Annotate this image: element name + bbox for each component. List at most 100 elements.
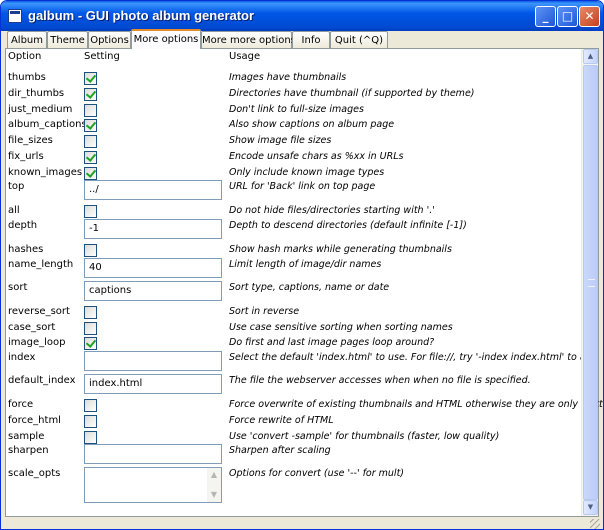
- option-row-sample: sample Use 'convert -sample' for thumbnai…: [6, 429, 578, 445]
- tab-more-more-options[interactable]: More more options: [201, 31, 296, 49]
- checkbox-just-medium[interactable]: [84, 104, 97, 117]
- option-name: just_medium: [8, 104, 73, 115]
- tab-more-options[interactable]: More options: [131, 29, 201, 49]
- arrow-up-icon[interactable]: ▲: [209, 470, 219, 480]
- checkbox-fix-urls[interactable]: [84, 151, 97, 164]
- option-name: dir_thumbs: [8, 88, 65, 99]
- arrow-down-icon[interactable]: ▼: [583, 500, 598, 515]
- arrow-up-icon[interactable]: ▲: [583, 49, 598, 64]
- option-row-thumbs: thumbs Images have thumbnails: [6, 70, 578, 86]
- option-name: thumbs: [8, 72, 46, 83]
- header-setting: Setting: [84, 51, 120, 62]
- tab-quit[interactable]: Quit (^Q): [330, 31, 388, 49]
- option-row-case-sort: case_sort Use case sensitive sorting when…: [6, 320, 578, 336]
- tab-info[interactable]: Info: [292, 31, 330, 49]
- scroll-thumb[interactable]: [583, 65, 598, 500]
- option-usage: Sort type, captions, name or date: [229, 282, 390, 293]
- checkbox-image-loop[interactable]: [84, 337, 97, 350]
- option-name: scale_opts: [8, 468, 61, 479]
- option-usage: Options for convert (use '--' for mult): [229, 468, 404, 479]
- app-window: galbum - GUI photo album generator _ □ ✕…: [0, 0, 604, 530]
- option-name: default_index: [8, 375, 76, 386]
- option-row-scale-opts: scale_opts ▲ ▼ Options for convert (use '--…: [6, 467, 578, 507]
- input-sort[interactable]: captions: [84, 281, 222, 301]
- input-top[interactable]: ../: [84, 180, 222, 200]
- option-name: sample: [8, 431, 45, 442]
- option-name: known_images: [8, 167, 83, 178]
- option-usage: URL for 'Back' link on top page: [229, 181, 376, 192]
- option-name: case_sort: [8, 322, 56, 333]
- option-row-album-captions: album_captions Also show captions on albu…: [6, 117, 578, 133]
- option-name: depth: [8, 220, 38, 231]
- option-row-force-html: force_html Force rewrite of HTML: [6, 413, 578, 429]
- option-row-all: all Do not hide files/directories startin…: [6, 203, 578, 219]
- option-name: index: [8, 352, 36, 363]
- input-default-index[interactable]: index.html: [84, 374, 222, 394]
- option-usage: Show image file sizes: [229, 135, 332, 146]
- option-name: all: [8, 205, 20, 216]
- input-name-length[interactable]: 40: [84, 258, 222, 278]
- option-row-image-loop: image_loop Do first and last image pages …: [6, 335, 578, 351]
- tab-album[interactable]: Album: [7, 31, 47, 49]
- option-name: top: [8, 181, 25, 192]
- vertical-scrollbar[interactable]: ▲ ▼: [581, 49, 598, 516]
- checkbox-reverse-sort[interactable]: [84, 306, 97, 319]
- option-usage: Force overwrite of existing thumbnails a…: [229, 399, 603, 410]
- checkbox-dir-thumbs[interactable]: [84, 88, 97, 101]
- tab-options[interactable]: Options: [88, 31, 131, 49]
- checkbox-sample[interactable]: [84, 431, 97, 444]
- close-button[interactable]: ✕: [579, 6, 600, 27]
- checkbox-album-captions[interactable]: [84, 119, 97, 132]
- option-name: force: [8, 399, 34, 410]
- title-bar[interactable]: galbum - GUI photo album generator _ □ ✕: [1, 1, 603, 31]
- option-row-sharpen: sharpen Sharpen after scaling: [6, 444, 578, 466]
- minimize-button[interactable]: _: [535, 6, 556, 27]
- checkbox-all[interactable]: [84, 205, 97, 218]
- checkbox-hashes[interactable]: [84, 244, 97, 257]
- column-headers: Option Setting Usage: [6, 49, 578, 65]
- option-name: album_captions: [8, 119, 87, 130]
- option-name: sharpen: [8, 445, 49, 456]
- checkbox-thumbs[interactable]: [84, 72, 97, 85]
- option-row-dir-thumbs: dir_thumbs Directories have thumbnail (if…: [6, 86, 578, 102]
- checkbox-case-sort[interactable]: [84, 322, 97, 335]
- option-row-fix-urls: fix_urls Encode unsafe chars as %xx in UR…: [6, 149, 578, 165]
- option-row-depth: depth -1 Depth to descend directories (def…: [6, 219, 578, 241]
- textarea-scale-opts[interactable]: ▲ ▼: [84, 467, 222, 503]
- tab-theme[interactable]: Theme: [47, 31, 88, 49]
- album-icon: [8, 9, 22, 23]
- option-name: file_sizes: [8, 135, 53, 146]
- maximize-button[interactable]: □: [557, 6, 578, 27]
- option-usage: Only include known image types: [229, 167, 385, 178]
- window-title: galbum - GUI photo album generator: [28, 8, 255, 23]
- option-row-sort: sort captions Sort type, captions, name or…: [6, 281, 578, 303]
- option-row-index: index Select the default 'index.html' to …: [6, 351, 598, 373]
- input-depth[interactable]: -1: [84, 219, 222, 239]
- input-sharpen[interactable]: [84, 444, 222, 464]
- input-index[interactable]: [84, 351, 222, 371]
- checkbox-known-images[interactable]: [84, 167, 97, 180]
- option-usage: The file the webserver accesses when whe…: [229, 375, 531, 386]
- option-name: force_html: [8, 415, 61, 426]
- option-row-just-medium: just_medium Don't link to full-size image…: [6, 102, 578, 118]
- option-row-default-index: default_index index.html The file the webs…: [6, 374, 578, 396]
- textarea-scrollbar[interactable]: ▲ ▼: [207, 468, 221, 502]
- checkbox-force[interactable]: [84, 399, 97, 412]
- option-usage: Use case sensitive sorting when sorting …: [229, 322, 453, 333]
- option-usage: Directories have thumbnail (if supported…: [229, 88, 475, 99]
- option-name: hashes: [8, 244, 44, 255]
- header-usage: Usage: [229, 51, 261, 62]
- resize-grip-icon[interactable]: [590, 519, 600, 529]
- option-row-known-images: known_images Only include known image typ…: [6, 165, 578, 181]
- tab-strip: Album Theme Options More options More mo…: [5, 29, 599, 49]
- option-usage: Show hash marks while generating thumbna…: [229, 244, 452, 255]
- option-usage: Depth to descend directories (default in…: [229, 220, 467, 231]
- arrow-down-icon[interactable]: ▼: [209, 490, 219, 500]
- status-bar: [1, 517, 603, 529]
- options-panel: Option Setting Usage thumbs Images have t…: [5, 48, 603, 517]
- option-usage: Select the default 'index.html' to use. …: [229, 352, 598, 363]
- option-row-force: force Force overwrite of existing thumbna…: [6, 397, 603, 413]
- checkbox-force-html[interactable]: [84, 415, 97, 428]
- header-option: Option: [8, 51, 42, 62]
- checkbox-file-sizes[interactable]: [84, 135, 97, 148]
